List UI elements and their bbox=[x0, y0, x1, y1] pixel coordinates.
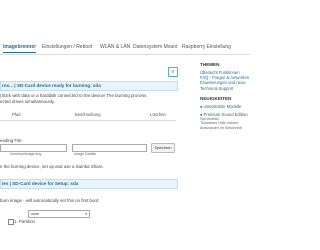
news-title: unterstützte Modelle bbox=[203, 103, 242, 109]
themes-heading: THEMEN bbox=[200, 62, 220, 67]
section-title: ies | SD-Card device for Setup: sda bbox=[2, 181, 79, 186]
select-value: none bbox=[31, 212, 39, 216]
tab-datensystem-mount[interactable]: Datensystem Mount bbox=[133, 44, 177, 50]
partition-label: 1. Partition bbox=[14, 219, 35, 224]
tab-raspberry-einstellung[interactable]: Raspberry Einstellung bbox=[182, 44, 231, 50]
bullet-icon: ● bbox=[200, 103, 203, 109]
image-select[interactable]: none ▾ bbox=[28, 210, 90, 218]
section-title: rns... | SD-Card device ready for burnin… bbox=[2, 83, 101, 88]
sidebar-link-erweiterungen[interactable]: Erweiterungen und neue bbox=[200, 80, 250, 85]
tab-einstellungen-reboot[interactable]: Einstellungen / Reboot bbox=[42, 44, 92, 50]
burn-image-label: burn image - will automatically set this… bbox=[0, 198, 100, 203]
news-body-line: Anschauen im Beschreib bbox=[200, 126, 242, 131]
description-sublabel: Image Details bbox=[74, 152, 96, 156]
section-header-burning: rns... | SD-Card device ready for burnin… bbox=[0, 81, 178, 91]
column-header-pfad: Pfad bbox=[12, 112, 21, 117]
sidebar-link-support[interactable]: Technical Support bbox=[200, 86, 250, 91]
save-button[interactable]: Speichern bbox=[151, 143, 175, 153]
description-input[interactable] bbox=[72, 144, 147, 152]
section-header-setup: ies | SD-Card device for Setup: sda bbox=[0, 179, 178, 189]
footer-text: e the burning device, set up and use a S… bbox=[0, 164, 104, 169]
path-sublabel: /home/pi/image.img bbox=[10, 152, 42, 156]
tab-imagebrenner[interactable]: Imagebrenner bbox=[3, 44, 37, 53]
file-label: eeding File: bbox=[0, 138, 23, 143]
settings-tabs: Imagebrenner Einstellungen / Reboot WLAN… bbox=[0, 40, 250, 55]
column-header-loschen: Löschen bbox=[150, 112, 166, 117]
chevron-down-icon: ▾ bbox=[85, 212, 87, 216]
tab-wlan-lan[interactable]: WLAN & LAN bbox=[100, 44, 130, 50]
intro-text: ected drives simultaneously. bbox=[0, 99, 55, 104]
sidebar: THEMEN Übersicht Funktionen FAQ - Fragen… bbox=[200, 62, 250, 131]
news-heading: NEUIGKEITEN bbox=[200, 95, 232, 101]
intro-text: (Stick with data or a harddisk connected… bbox=[0, 93, 147, 98]
divider bbox=[0, 120, 176, 121]
path-input[interactable] bbox=[0, 144, 67, 152]
column-header-beschreibung: Beschreibung bbox=[75, 112, 101, 117]
menu-icon[interactable]: ≡ bbox=[168, 67, 178, 77]
